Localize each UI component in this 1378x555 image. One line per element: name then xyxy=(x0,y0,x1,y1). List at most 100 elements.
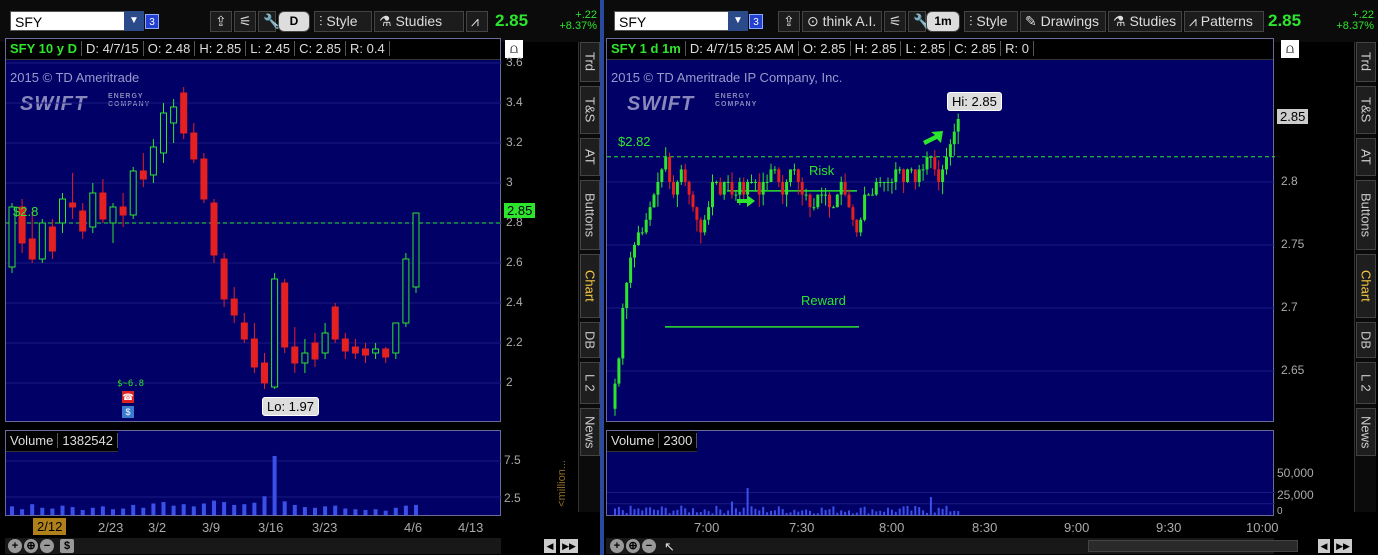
side-tab-trd[interactable]: Trd xyxy=(580,42,600,82)
volume-bar xyxy=(738,511,741,515)
candle-body xyxy=(640,232,644,234)
drawing-tool-icon[interactable]: ⚟ xyxy=(234,11,256,32)
left-volume-chart[interactable]: Volume 1382542 xyxy=(5,430,502,516)
side-tab-news[interactable]: News xyxy=(580,408,600,456)
side-tab-l2[interactable]: L 2 xyxy=(580,362,600,404)
aggregation-button[interactable]: 1m xyxy=(926,11,960,32)
candle-body xyxy=(301,352,309,364)
x-tick-label: 8:30 xyxy=(972,520,998,535)
side-tab-chart[interactable]: Chart xyxy=(580,254,600,318)
side-tab-ts[interactable]: T&S xyxy=(1356,86,1376,134)
volume-bar xyxy=(161,502,166,515)
side-tab-trd[interactable]: Trd xyxy=(1356,42,1376,82)
side-tab-news[interactable]: News xyxy=(1356,408,1376,456)
candle-body xyxy=(362,348,369,356)
volume-bar xyxy=(777,506,780,515)
left-bottom-bar xyxy=(5,538,501,554)
volume-bar xyxy=(692,508,694,515)
zoom-in-icon[interactable]: + xyxy=(610,539,624,553)
symbol-dropdown-icon[interactable]: ▼ xyxy=(728,11,748,31)
volume-bar xyxy=(222,502,227,515)
share-icon[interactable]: ⇪ xyxy=(210,11,232,32)
scroll-right-icon[interactable]: ▶▶ xyxy=(560,539,578,553)
thinkai-button[interactable]: ⊙ think A.I. xyxy=(802,11,882,32)
candle-body xyxy=(656,182,660,195)
side-tab-db[interactable]: DB xyxy=(1356,322,1376,358)
line-price-label: $2.8 xyxy=(13,204,39,219)
dividend-icon[interactable]: $ xyxy=(122,406,134,418)
studies-button[interactable]: ⚗ Studies xyxy=(374,11,464,32)
candle-body xyxy=(210,202,218,256)
pattern-icon[interactable]: ⩘ xyxy=(466,11,488,32)
side-tab-chart[interactable]: Chart xyxy=(1356,254,1376,318)
patterns-button[interactable]: ⩘ Patterns xyxy=(1184,11,1264,32)
candle-body xyxy=(792,169,796,171)
volume-bar xyxy=(333,505,338,515)
studies-label: Studies xyxy=(395,13,443,29)
drawing-tool-icon[interactable]: ⚟ xyxy=(884,11,906,32)
zoom-in-icon[interactable]: + xyxy=(8,539,22,553)
last-price-tag: 2.85 xyxy=(504,203,536,218)
candle-body xyxy=(781,182,785,195)
volume-bar xyxy=(734,508,737,515)
scroll-right-icon[interactable]: ▶▶ xyxy=(1334,539,1352,553)
zoom-reset-icon[interactable]: ⊕ xyxy=(626,539,640,553)
studies-button[interactable]: ⚗ Studies xyxy=(1108,11,1182,32)
candle-body xyxy=(812,207,816,209)
scrollbar-thumb[interactable] xyxy=(1088,540,1298,552)
candle-body xyxy=(835,194,839,208)
side-tab-at[interactable]: AT xyxy=(1356,138,1376,176)
candle-body xyxy=(230,298,238,316)
drawings-button[interactable]: ✎ Drawings xyxy=(1020,11,1106,32)
left-price-chart[interactable]: SFY 10 y D D: 4/7/15 O: 2.48 H: 2.85 L: 2.45… xyxy=(5,38,502,422)
side-tab-buttons[interactable]: Buttons xyxy=(580,180,600,250)
candle-body xyxy=(38,222,46,260)
style-button[interactable]: ⫶ Style xyxy=(314,11,372,32)
link-group-badge[interactable]: 3 xyxy=(145,14,159,29)
pointer-icon[interactable]: ↖ xyxy=(664,539,675,555)
scroll-left-icon[interactable]: ◀ xyxy=(544,539,556,553)
zoom-out-icon[interactable]: − xyxy=(40,539,54,553)
right-volume-svg xyxy=(607,488,1275,515)
aggregation-button[interactable]: D xyxy=(278,11,310,32)
x-tick-label: 4/13 xyxy=(458,520,484,535)
candle-body xyxy=(730,182,734,195)
chart-settings-icon[interactable]: ⩍ xyxy=(1281,40,1299,58)
link-group-badge[interactable]: 3 xyxy=(749,14,763,29)
wrench-icon[interactable]: 🔧 xyxy=(258,11,280,32)
wrench-icon[interactable]: 🔧 xyxy=(908,11,930,32)
candle-body xyxy=(79,210,87,232)
symbol-input[interactable]: SFY xyxy=(10,11,126,31)
side-tab-at[interactable]: AT xyxy=(580,138,600,176)
symbol-dropdown-icon[interactable]: ▼ xyxy=(124,11,144,31)
side-tab-ts[interactable]: T&S xyxy=(580,86,600,134)
side-tab-db[interactable]: DB xyxy=(580,322,600,358)
volume-bar xyxy=(10,506,14,515)
volume-bar xyxy=(695,512,698,515)
volume-bar xyxy=(809,510,811,515)
dollar-icon[interactable]: $ xyxy=(60,539,74,553)
volume-bar xyxy=(832,506,835,515)
scroll-left-icon[interactable]: ◀ xyxy=(1318,539,1330,553)
side-tab-l2[interactable]: L 2 xyxy=(1356,362,1376,404)
volume-bar xyxy=(754,508,757,515)
zoom-reset-icon[interactable]: ⊕ xyxy=(24,539,38,553)
y-tick-label: 2.4 xyxy=(506,295,523,309)
earnings-phone-icon[interactable]: ☎ xyxy=(122,391,134,403)
volume-bar xyxy=(953,510,956,515)
right-price-chart[interactable]: SFY 1 d 1m D: 4/7/15 8:25 AM O: 2.85 H: 2.8… xyxy=(606,38,1275,422)
style-button[interactable]: ⫶ Style xyxy=(964,11,1018,32)
candle-body xyxy=(886,182,890,183)
candle-body xyxy=(687,182,691,195)
volume-bar xyxy=(363,509,368,515)
zoom-out-icon[interactable]: − xyxy=(642,539,656,553)
candle-body xyxy=(874,182,878,195)
symbol-input[interactable]: SFY xyxy=(614,11,730,31)
candle-body xyxy=(170,106,178,124)
volume-bar xyxy=(373,509,378,515)
share-icon[interactable]: ⇪ xyxy=(778,11,800,32)
side-tab-buttons[interactable]: Buttons xyxy=(1356,180,1376,250)
volume-bar xyxy=(680,505,683,515)
right-volume-chart[interactable]: Volume 2300 xyxy=(606,430,1275,516)
volume-bar xyxy=(653,509,655,515)
